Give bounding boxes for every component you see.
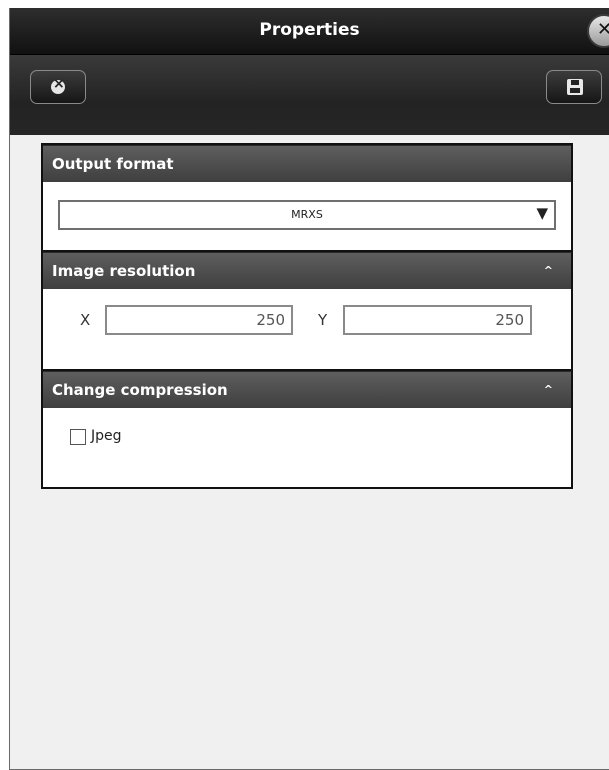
save-button[interactable]	[546, 70, 602, 104]
output-format-header: Output format	[43, 145, 571, 182]
image-resolution-section: X 250 Y 250	[43, 289, 571, 371]
reset-icon	[51, 76, 65, 94]
x-resolution-input[interactable]: 250	[105, 305, 293, 335]
y-resolution-input[interactable]: 250	[343, 305, 532, 335]
properties-panel: Output format MRXS ▼ Image resolution ^ …	[41, 143, 573, 489]
output-format-title: Output format	[52, 155, 174, 173]
window-title: Properties	[259, 20, 360, 40]
jpeg-label[interactable]: Jpeg	[91, 428, 122, 444]
image-resolution-header[interactable]: Image resolution ^	[43, 252, 571, 289]
y-label: Y	[318, 311, 328, 329]
change-compression-section: Jpeg	[43, 408, 571, 470]
collapse-chevron-icon[interactable]: ^	[544, 372, 553, 408]
collapse-chevron-icon[interactable]: ^	[544, 253, 553, 289]
output-format-value: MRXS	[291, 208, 323, 221]
output-format-select[interactable]: MRXS ▼	[58, 200, 556, 230]
change-compression-title: Change compression	[52, 381, 228, 399]
title-bar: Properties ✕	[10, 8, 609, 55]
image-resolution-title: Image resolution	[52, 262, 196, 280]
dropdown-arrow-icon: ▼	[536, 204, 548, 222]
change-compression-header[interactable]: Change compression ^	[43, 371, 571, 408]
save-icon	[567, 79, 583, 95]
close-icon: ✕	[597, 19, 609, 40]
jpeg-checkbox[interactable]	[70, 429, 86, 445]
close-button[interactable]: ✕	[587, 14, 609, 48]
toolbar	[10, 55, 609, 135]
output-format-section: MRXS ▼	[43, 182, 571, 252]
x-label: X	[80, 311, 91, 329]
reset-button[interactable]	[30, 70, 86, 104]
